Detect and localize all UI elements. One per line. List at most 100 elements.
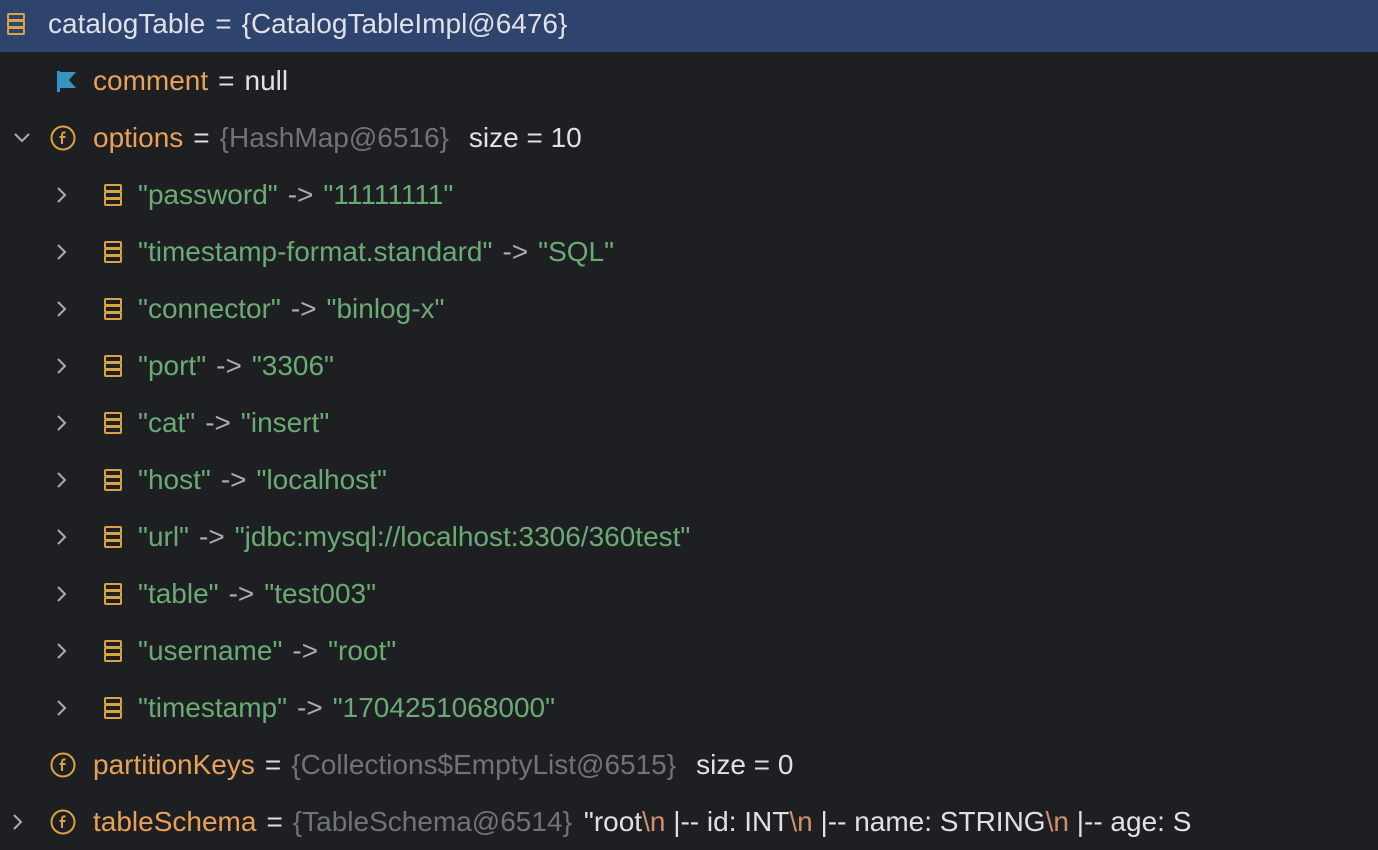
row-text: comment = null xyxy=(93,65,288,97)
map-entry-row[interactable]: "host" -> "localhost" xyxy=(0,451,1378,508)
entry-value: "binlog-x" xyxy=(326,292,445,324)
entry-value: "11111111" xyxy=(323,178,454,210)
row-text: catalogTable = {CatalogTableImpl@6476} xyxy=(48,8,567,40)
tree-row-tableSchema[interactable]: tableSchema = {TableSchema@6514} "root \… xyxy=(0,793,1378,850)
entry-key: "host" xyxy=(138,463,211,495)
entry-arrow: -> xyxy=(290,292,317,324)
chevron-down-icon[interactable] xyxy=(10,126,34,150)
tree-row-partitionKeys[interactable]: partitionKeys = {Collections$EmptyList@6… xyxy=(0,736,1378,793)
row-text: tableSchema = {TableSchema@6514} "root \… xyxy=(93,806,1191,838)
chevron-right-icon[interactable] xyxy=(50,525,74,549)
map-entry-row[interactable]: "url" -> "jdbc:mysql://localhost:3306/36… xyxy=(0,508,1378,565)
entry-key: "url" xyxy=(138,520,189,552)
entry-key: "username" xyxy=(138,634,283,666)
entry-arrow: -> xyxy=(205,406,231,438)
row-text: "username" -> "root" xyxy=(138,635,396,667)
map-entry-icon xyxy=(100,296,126,322)
map-entry-icon xyxy=(100,182,126,208)
object-reference: {HashMap@6516} xyxy=(219,121,449,153)
map-entry-icon xyxy=(100,410,126,436)
map-entry-row[interactable]: "connector" -> "binlog-x" xyxy=(0,280,1378,337)
entry-arrow: -> xyxy=(502,235,529,267)
tree-row-comment[interactable]: comment = null xyxy=(0,52,1378,109)
entry-arrow: -> xyxy=(287,178,314,210)
entry-key: "table" xyxy=(138,577,219,609)
map-entry-icon xyxy=(100,239,126,265)
escape-sequence: \n xyxy=(789,805,813,837)
string-segment: |-- name: STRING xyxy=(812,805,1046,837)
entry-value: "insert" xyxy=(240,406,330,438)
row-text: partitionKeys = {Collections$EmptyList@6… xyxy=(93,749,793,781)
entry-arrow: -> xyxy=(228,577,255,609)
map-entry-icon xyxy=(100,638,126,664)
row-text: "host" -> "localhost" xyxy=(138,464,387,496)
assign-operator: = xyxy=(266,805,283,837)
map-entry-row[interactable]: "port" -> "3306" xyxy=(0,337,1378,394)
entry-key: "port" xyxy=(138,349,207,381)
object-reference: {TableSchema@6514} xyxy=(292,805,572,837)
map-entry-icon xyxy=(100,353,126,379)
chevron-right-icon[interactable] xyxy=(50,411,74,435)
row-text: "password" -> "11111111" xyxy=(138,179,453,211)
variable-name: comment xyxy=(93,64,209,96)
row-text: "timestamp" -> "1704251068000" xyxy=(138,692,555,724)
map-entry-row[interactable]: "cat" -> "insert" xyxy=(0,394,1378,451)
chevron-right-icon[interactable] xyxy=(50,297,74,321)
chevron-right-icon[interactable] xyxy=(50,468,74,492)
chevron-right-icon[interactable] xyxy=(6,810,30,834)
entry-value: "localhost" xyxy=(256,463,387,495)
chevron-right-icon[interactable] xyxy=(50,354,74,378)
assign-operator: = xyxy=(193,121,210,153)
entry-value: "SQL" xyxy=(538,235,615,267)
tree-row-catalogTable[interactable]: catalogTable = {CatalogTableImpl@6476} xyxy=(0,0,1378,52)
escape-sequence: \n xyxy=(642,805,666,837)
variable-value: null xyxy=(244,64,289,96)
map-entry-row[interactable]: "username" -> "root" xyxy=(0,622,1378,679)
row-text: "connector" -> "binlog-x" xyxy=(138,293,444,325)
map-entry-icon xyxy=(100,695,126,721)
entry-arrow: -> xyxy=(297,691,323,723)
variable-name: catalogTable xyxy=(48,7,206,39)
flag-icon xyxy=(54,68,80,94)
map-entry-icon xyxy=(3,11,29,37)
entry-arrow: -> xyxy=(220,463,247,495)
tree-row-options[interactable]: options = {HashMap@6516} size = 10 xyxy=(0,109,1378,166)
entry-value: "3306" xyxy=(251,349,334,381)
entry-key: "timestamp" xyxy=(138,691,288,723)
entry-value: "test003" xyxy=(264,577,377,609)
entry-value: "root" xyxy=(328,634,397,666)
field-icon xyxy=(50,752,76,778)
variable-value: {CatalogTableImpl@6476} xyxy=(241,7,568,39)
map-entry-icon xyxy=(100,581,126,607)
variable-name: partitionKeys xyxy=(93,748,255,780)
chevron-right-icon[interactable] xyxy=(50,240,74,264)
chevron-right-icon[interactable] xyxy=(50,183,74,207)
entry-arrow: -> xyxy=(216,349,242,381)
entry-value: "1704251068000" xyxy=(332,691,556,723)
map-entry-row[interactable]: "table" -> "test003" xyxy=(0,565,1378,622)
entry-arrow: -> xyxy=(199,520,225,552)
map-entry-row[interactable]: "password" -> "11111111" xyxy=(0,166,1378,223)
map-entry-row[interactable]: "timestamp-format.standard" -> "SQL" xyxy=(0,223,1378,280)
assign-operator: = xyxy=(215,7,232,39)
row-text: "cat" -> "insert" xyxy=(138,407,329,439)
map-entry-icon xyxy=(100,524,126,550)
row-text: "timestamp-format.standard" -> "SQL" xyxy=(138,236,614,268)
string-segment: "root xyxy=(583,805,643,837)
entry-key: "password" xyxy=(138,178,278,210)
chevron-right-icon[interactable] xyxy=(50,696,74,720)
row-text: "port" -> "3306" xyxy=(138,350,334,382)
chevron-right-icon[interactable] xyxy=(50,639,74,663)
assign-operator: = xyxy=(264,748,282,780)
variable-name: options xyxy=(93,121,184,153)
object-reference: {Collections$EmptyList@6515} xyxy=(291,748,677,780)
entry-arrow: -> xyxy=(292,634,319,666)
variable-name: tableSchema xyxy=(93,805,257,837)
row-text: "table" -> "test003" xyxy=(138,578,376,610)
size-label: size = 10 xyxy=(468,121,582,153)
field-icon xyxy=(50,125,76,151)
chevron-right-icon[interactable] xyxy=(50,582,74,606)
map-entry-row[interactable]: "timestamp" -> "1704251068000" xyxy=(0,679,1378,736)
debugger-variables-tree: catalogTable = {CatalogTableImpl@6476} c… xyxy=(0,0,1378,848)
escape-sequence: \n xyxy=(1045,805,1069,837)
